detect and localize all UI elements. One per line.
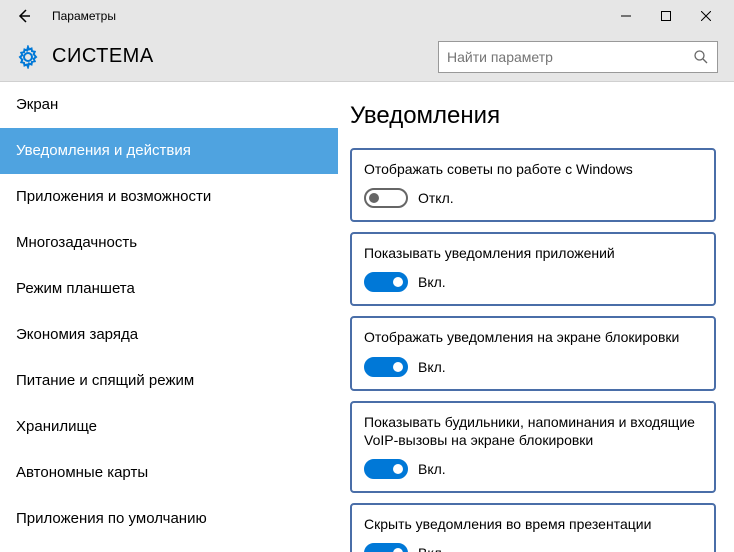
close-button[interactable]: [686, 0, 726, 32]
sidebar-item[interactable]: Приложения и возможности: [0, 174, 338, 220]
sidebar-item-label: Многозадачность: [16, 234, 137, 251]
back-button[interactable]: [8, 0, 40, 32]
toggle-knob: [393, 464, 403, 474]
toggle-state-label: Вкл.: [418, 359, 446, 375]
toggle-switch[interactable]: [364, 543, 408, 552]
content: Уведомления Отображать советы по работе …: [338, 82, 734, 552]
sidebar: Экран Уведомления и действия Приложения и …: [0, 82, 338, 552]
header: СИСТЕМА: [0, 32, 734, 82]
setting-label: Показывать уведомления приложений: [364, 244, 702, 262]
sidebar-item[interactable]: Приложения по умолчанию: [0, 496, 338, 542]
minimize-icon: [621, 11, 631, 21]
setting-label: Скрыть уведомления во время презентации: [364, 515, 702, 533]
maximize-button[interactable]: [646, 0, 686, 32]
toggle-knob: [369, 193, 379, 203]
sidebar-item[interactable]: Питание и спящий режим: [0, 358, 338, 404]
setting-label: Отображать советы по работе с Windows: [364, 160, 702, 178]
toggle-state-label: Вкл.: [418, 545, 446, 552]
window-title: Параметры: [52, 9, 116, 23]
toggle-switch[interactable]: [364, 272, 408, 292]
toggle-switch[interactable]: [364, 459, 408, 479]
window-controls: [606, 0, 726, 32]
maximize-icon: [661, 11, 671, 21]
sidebar-item-label: Режим планшета: [16, 280, 135, 297]
sidebar-item-label: Уведомления и действия: [16, 142, 191, 159]
toggle-knob: [393, 548, 403, 552]
sidebar-item-label: Экран: [16, 96, 58, 113]
sidebar-item-label: Приложения по умолчанию: [16, 510, 207, 527]
toggle-switch[interactable]: [364, 357, 408, 377]
content-title: Уведомления: [350, 102, 716, 130]
toggle-row: Вкл.: [364, 543, 702, 552]
toggle-state-label: Вкл.: [418, 274, 446, 290]
setting-card: Скрыть уведомления во время презентации В…: [350, 503, 716, 552]
setting-label: Отображать уведомления на экране блокиро…: [364, 328, 702, 346]
sidebar-item-label: Экономия заряда: [16, 326, 138, 343]
setting-card: Отображать уведомления на экране блокиро…: [350, 316, 716, 390]
sidebar-item[interactable]: Многозадачность: [0, 220, 338, 266]
gear-icon: [16, 45, 40, 69]
setting-card: Отображать советы по работе с Windows Отк…: [350, 148, 716, 222]
sidebar-item-label: Питание и спящий режим: [16, 372, 194, 389]
body: Экран Уведомления и действия Приложения и …: [0, 82, 734, 552]
sidebar-item-label: Автономные карты: [16, 464, 148, 481]
toggle-row: Вкл.: [364, 459, 702, 479]
toggle-state-label: Откл.: [418, 190, 454, 206]
toggle-row: Вкл.: [364, 357, 702, 377]
setting-card: Показывать уведомления приложений Вкл.: [350, 232, 716, 306]
toggle-row: Вкл.: [364, 272, 702, 292]
toggle-knob: [393, 362, 403, 372]
minimize-button[interactable]: [606, 0, 646, 32]
sidebar-item[interactable]: Режим планшета: [0, 266, 338, 312]
toggle-state-label: Вкл.: [418, 461, 446, 477]
close-icon: [701, 11, 711, 21]
sidebar-item[interactable]: Экран: [0, 82, 338, 128]
toggle-row: Откл.: [364, 188, 702, 208]
setting-card: Показывать будильники, напоминания и вхо…: [350, 401, 716, 493]
sidebar-item-label: Хранилище: [16, 418, 97, 435]
toggle-switch[interactable]: [364, 188, 408, 208]
search-icon: [693, 49, 709, 65]
sidebar-item[interactable]: Автономные карты: [0, 450, 338, 496]
sidebar-item-label: Приложения и возможности: [16, 188, 211, 205]
settings-list: Отображать советы по работе с Windows Отк…: [350, 148, 716, 552]
search-input[interactable]: [447, 49, 693, 65]
sidebar-item[interactable]: Уведомления и действия: [0, 128, 338, 174]
search-box[interactable]: [438, 41, 718, 73]
arrow-left-icon: [16, 8, 32, 24]
page-title: СИСТЕМА: [52, 45, 154, 68]
toggle-knob: [393, 277, 403, 287]
setting-label: Показывать будильники, напоминания и вхо…: [364, 413, 702, 449]
sidebar-item[interactable]: Экономия заряда: [0, 312, 338, 358]
sidebar-item[interactable]: Хранилище: [0, 404, 338, 450]
titlebar: Параметры: [0, 0, 734, 32]
